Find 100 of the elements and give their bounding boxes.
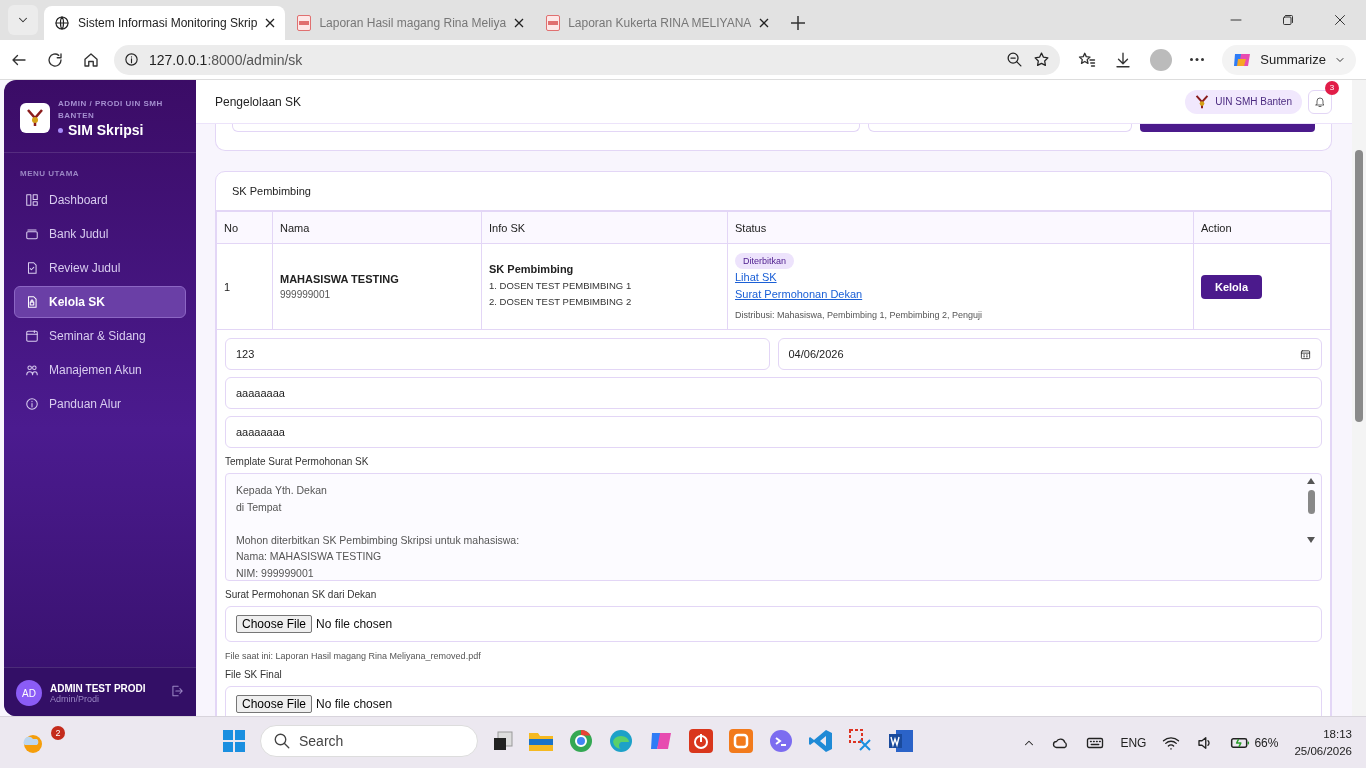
date-field[interactable]: 04/06/2026 xyxy=(777,338,1322,370)
current-file-note: File saat ini: Laporan Hasil magang Rina Meliyana_removed.pdf xyxy=(225,651,482,661)
new-tab-icon[interactable] xyxy=(791,16,806,30)
choose-file-button[interactable]: Choose File xyxy=(236,695,313,713)
calendar-icon xyxy=(1300,348,1311,360)
close-icon xyxy=(1334,14,1346,26)
kelola-button[interactable]: Kelola xyxy=(1201,274,1262,299)
info-icon xyxy=(124,52,139,67)
summarize-button[interactable]: Summarize xyxy=(1222,44,1356,75)
student-id: 999999001 xyxy=(280,289,332,300)
taskbar-search[interactable]: Search xyxy=(260,725,478,757)
organization-badge: UIN SMH Banten xyxy=(1185,89,1302,114)
clock[interactable]: 18:13 25/06/2026 xyxy=(1294,726,1352,760)
favorite-star-icon xyxy=(1033,51,1051,68)
notification-count: 3 xyxy=(1325,80,1339,95)
server-app-icon[interactable] xyxy=(728,728,754,754)
sidebar-item[interactable]: Dashboard xyxy=(14,184,186,216)
file-field[interactable]: Choose File No file chosen xyxy=(225,686,1322,716)
file-status: No file chosen xyxy=(316,697,393,711)
dashboard-icon xyxy=(25,193,39,207)
input-field[interactable] xyxy=(232,124,860,132)
zoom-out-icon xyxy=(1006,51,1024,68)
more-icon[interactable] xyxy=(1190,58,1205,61)
document-check-icon xyxy=(25,261,39,275)
restore-icon xyxy=(1282,14,1294,26)
scrollbar[interactable] xyxy=(1352,80,1366,716)
user-avatar: AD xyxy=(16,680,42,706)
weather-badge: 2 xyxy=(51,726,65,740)
pdf-file-icon xyxy=(297,15,312,31)
sk-type: SK Pembimbing xyxy=(489,263,575,275)
browser-tab[interactable]: Sistem Informasi Monitoring Skrip xyxy=(44,6,286,40)
organization-label: ADMIN / PRODI UIN SMH BANTEN xyxy=(58,98,164,122)
task-view-icon[interactable] xyxy=(492,730,514,752)
column-header: Action xyxy=(1193,211,1331,244)
browser-tab[interactable]: Laporan Kukerta RINA MELIYANA xyxy=(536,6,780,40)
close-tab-icon[interactable] xyxy=(514,18,525,28)
close-tab-icon[interactable] xyxy=(759,18,770,28)
info-icon xyxy=(25,397,39,411)
document-link[interactable]: Surat Permohonan Dekan xyxy=(735,286,863,303)
field-label: File SK Final xyxy=(225,669,283,680)
code-editor-icon[interactable] xyxy=(808,728,834,754)
sidebar-item[interactable]: Kelola SK xyxy=(14,286,186,318)
choose-file-button[interactable]: Choose File xyxy=(236,615,313,633)
advisor-name: 1. DOSEN TEST PEMBIMBING 1 xyxy=(489,279,633,293)
sidebar-item[interactable]: Panduan Alur xyxy=(14,388,186,420)
scroll-up-icon[interactable] xyxy=(1307,478,1315,484)
app-title: SIM Skripsi xyxy=(68,122,144,138)
field-label: Template Surat Permohonan SK xyxy=(225,456,370,467)
users-icon xyxy=(25,363,39,377)
sidebar-item[interactable]: Review Judul xyxy=(14,252,186,284)
advisor-name: 2. DOSEN TEST PEMBIMBING 2 xyxy=(489,295,633,309)
url-text: 127.0.0.1:8000/admin/sk xyxy=(149,51,303,68)
search-icon xyxy=(273,732,291,750)
template-text-area[interactable]: Kepada Yth. Dekan di Tempat Mohon diterbitkan SK Pembimbing Skripsi untuk mahasiswa: Nama: MAHASISWA TESTING NIM: 999999001 xyxy=(225,473,1322,581)
document-lock-icon xyxy=(25,295,39,309)
reload-icon xyxy=(46,50,64,69)
input-field[interactable]: 123 xyxy=(225,338,770,370)
sidebar-item[interactable]: Seminar & Sidang xyxy=(14,320,186,352)
status-badge: Diterbitkan xyxy=(735,253,795,269)
scroll-thumb[interactable] xyxy=(1307,490,1315,514)
word-processor-icon[interactable] xyxy=(888,728,914,754)
browser-icon[interactable] xyxy=(608,728,634,754)
sidebar-item[interactable]: Bank Judul xyxy=(14,218,186,250)
section-heading: MENU UTAMA xyxy=(19,168,81,180)
start-icon[interactable] xyxy=(222,729,246,753)
column-header: Nama xyxy=(272,211,482,244)
column-header: Info SK xyxy=(481,211,728,244)
power-icon[interactable] xyxy=(688,728,714,754)
input-field[interactable]: aaaaaaaa xyxy=(225,416,1322,448)
document-link[interactable]: Lihat SK xyxy=(735,269,777,286)
distribution-text: Distribusi: Mahasiswa, Pembimbing 1, Pembimbing 2, Penguji xyxy=(735,310,984,320)
university-logo xyxy=(20,103,50,133)
logout-icon xyxy=(170,684,184,698)
table-cell: 1 xyxy=(216,243,273,330)
column-header: No xyxy=(216,211,273,244)
address-bar[interactable]: 127.0.0.1:8000/admin/sk xyxy=(114,44,1061,75)
calendar-icon xyxy=(25,329,39,343)
bell-icon xyxy=(1314,95,1326,108)
page-title: Pengelolaan SK xyxy=(215,94,302,109)
download-icon xyxy=(1114,50,1133,69)
favorites-icon xyxy=(1078,50,1097,69)
scroll-down-icon[interactable] xyxy=(1307,537,1315,543)
file-status: No file chosen xyxy=(316,617,393,631)
browser-icon[interactable] xyxy=(568,728,594,754)
field-label: Surat Permohonan SK dari Dekan xyxy=(225,589,378,600)
sidebar-item[interactable]: Manajemen Akun xyxy=(14,354,186,386)
user-name: ADMIN TEST PRODI xyxy=(50,682,146,694)
student-name: MAHASISWA TESTING xyxy=(280,273,400,285)
close-tab-icon[interactable] xyxy=(265,18,276,28)
input-field[interactable] xyxy=(868,124,1132,132)
globe-icon xyxy=(54,15,70,31)
browser-tab[interactable]: Laporan Hasil magang Rina Meliya xyxy=(287,6,535,40)
status-dot xyxy=(58,127,63,133)
language-indicator[interactable]: ENG xyxy=(1120,736,1147,750)
column-header: Status xyxy=(727,211,1194,244)
file-field[interactable]: Choose File No file chosen xyxy=(225,606,1322,642)
tray-icon xyxy=(25,227,39,241)
input-field[interactable]: aaaaaaaa xyxy=(225,377,1322,409)
terminal-app-icon[interactable] xyxy=(768,728,794,754)
wifi-icon xyxy=(1162,734,1181,752)
